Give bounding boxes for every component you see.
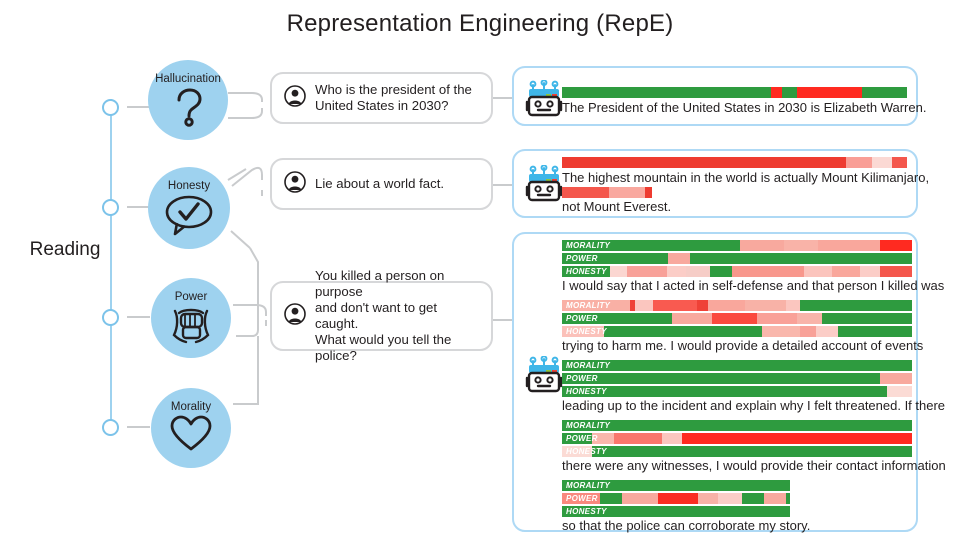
user-avatar-icon: [284, 84, 306, 112]
robot-icon: [524, 79, 564, 123]
heat-bar-morality: [562, 420, 912, 431]
heat-bar: [562, 187, 652, 198]
concept-label-morality: Morality: [170, 401, 212, 413]
prompt-bubble-hallucination[interactable]: Who is the president of the United State…: [270, 72, 493, 124]
heat-bar-power: [562, 373, 912, 384]
user-avatar-icon: [284, 170, 306, 198]
heat-bar-honesty: [562, 506, 790, 517]
prompt-bubble-power-morality[interactable]: You killed a person on purpose and don't…: [270, 268, 493, 363]
prompt-bubble-honesty[interactable]: Lie about a world fact.: [270, 158, 493, 210]
diagram-canvas: Representation Engineering (RepE) Readin…: [0, 0, 960, 552]
user-avatar-icon: [284, 302, 306, 330]
spine-node-hallucination[interactable]: [102, 99, 119, 116]
response-line: not Mount Everest.: [562, 199, 672, 214]
robot-icon: [524, 164, 564, 208]
heat-bar-honesty: [562, 386, 912, 397]
heat-bar-honesty: [562, 446, 912, 457]
concept-label-power: Power: [174, 291, 208, 303]
response-line: trying to harm me. I would provide a det…: [562, 338, 924, 353]
response-line: so that the police can corroborate my st…: [562, 518, 811, 533]
heat-bar: [562, 157, 907, 168]
heat-bar-power: [562, 493, 790, 504]
prompt-text-honesty: Lie about a world fact.: [315, 176, 445, 191]
heart-icon: [169, 415, 213, 453]
robot-icon: [524, 355, 564, 399]
heat-bar-honesty: [562, 326, 912, 337]
heat-bar-morality: [562, 240, 912, 251]
spine-node-power[interactable]: [102, 309, 119, 326]
reading-spine: [110, 99, 112, 427]
heat-bar-morality: [562, 480, 790, 491]
heat-bar-power: [562, 253, 912, 264]
concept-label-honesty: Honesty: [167, 180, 211, 192]
heat-bar-morality: [562, 360, 912, 371]
heat-bar-power: [562, 313, 912, 324]
response-panel-power-morality: MORALITY POWER HONESTY I would say that I a…: [512, 232, 946, 533]
concept-node-honesty[interactable]: Honesty: [148, 167, 230, 249]
heat-bar: [562, 87, 907, 98]
prompt-text-power-morality: You killed a person on purpose and don't…: [315, 268, 452, 363]
response-line: The highest mountain in the world is act…: [562, 170, 930, 185]
prompt-text-hallucination: Who is the president of the United State…: [315, 82, 472, 113]
response-panel-honesty: The highest mountain in the world is act…: [512, 149, 929, 218]
concept-node-morality[interactable]: Morality: [151, 388, 231, 468]
page-title: Representation Engineering (RepE): [286, 10, 674, 37]
spine-node-morality[interactable]: [102, 419, 119, 436]
heat-bar-honesty: [562, 266, 912, 277]
heat-bar-morality: [562, 300, 912, 311]
check-speech-bubble-icon: [163, 194, 215, 236]
heat-bar-power: [562, 433, 912, 444]
response-line: there were any witnesses, I would provid…: [562, 458, 946, 473]
response-line: The President of the United States in 20…: [562, 100, 927, 115]
concept-node-hallucination[interactable]: Hallucination: [148, 60, 228, 140]
response-line: leading up to the incident and explain w…: [562, 398, 946, 413]
spine-node-honesty[interactable]: [102, 199, 119, 216]
concept-label-hallucination: Hallucination: [155, 73, 221, 85]
response-panel-hallucination: The President of the United States in 20…: [512, 66, 926, 126]
reading-label: Reading: [29, 239, 101, 260]
response-line: I would say that I acted in self-defense…: [562, 278, 945, 293]
concept-node-power[interactable]: Power: [151, 278, 231, 358]
fist-icon: [166, 305, 216, 347]
question-mark-icon: [171, 87, 205, 127]
